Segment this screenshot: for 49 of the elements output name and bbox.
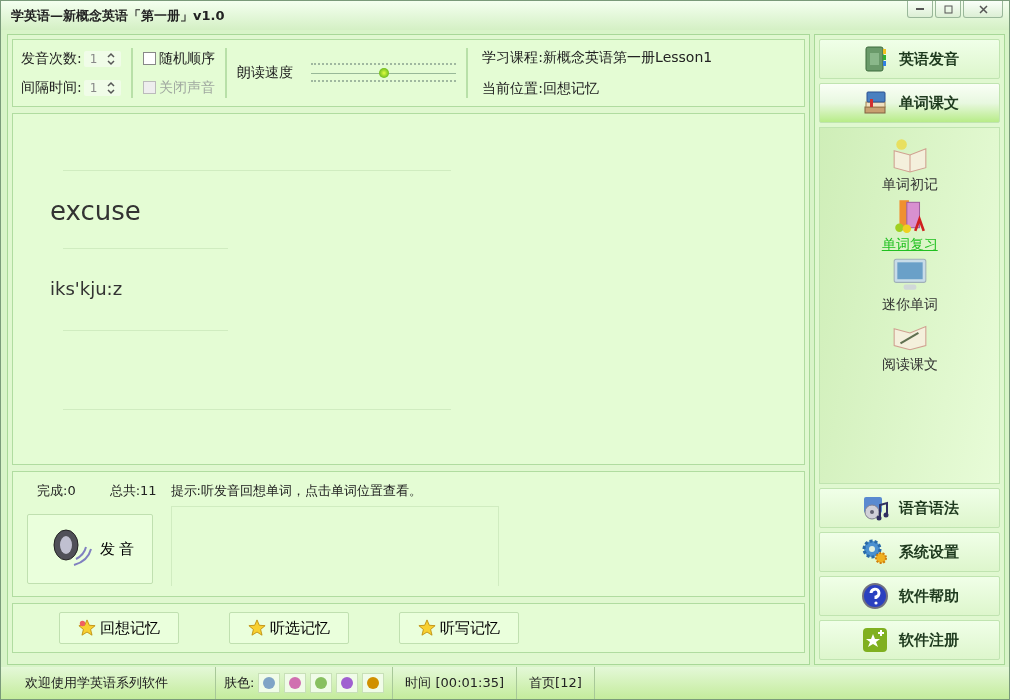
- star-icon: [248, 619, 266, 637]
- skin-swatch[interactable]: [258, 673, 281, 693]
- close-button[interactable]: [963, 1, 1003, 18]
- mode-button[interactable]: 听选记忆: [229, 612, 349, 644]
- skin-swatch[interactable]: [310, 673, 333, 693]
- time-text: 时间 [00:01:35]: [393, 667, 518, 699]
- sidebar-tab[interactable]: 软件帮助: [819, 576, 1000, 616]
- skin-swatch[interactable]: [336, 673, 359, 693]
- phonetic-text: iks'kju:z: [50, 278, 123, 299]
- sidebar-tab[interactable]: 英语发音: [819, 39, 1000, 79]
- total-count: 总共:11: [109, 482, 157, 500]
- speed-label: 朗读速度: [237, 64, 294, 82]
- skin-label: 肤色:: [224, 674, 255, 692]
- word-text[interactable]: excuse: [50, 196, 141, 226]
- sub-menu-item[interactable]: 迷你单词: [881, 256, 938, 314]
- sub-menu-item[interactable]: 阅读课文: [881, 316, 938, 374]
- maximize-icon: [943, 4, 953, 14]
- interval-label: 间隔时间:: [21, 78, 82, 97]
- help-icon: [860, 582, 889, 610]
- skin-swatch[interactable]: [284, 673, 307, 693]
- gears-icon: [860, 538, 889, 566]
- close-icon: [978, 4, 988, 14]
- window-title: 学英语—新概念英语「第一册」v1.0: [11, 6, 225, 25]
- sidebar-tab[interactable]: 单词课文: [819, 83, 1000, 123]
- skin-swatch[interactable]: [362, 673, 385, 693]
- repeat-spinner[interactable]: 1: [83, 50, 122, 67]
- sub-menu-item[interactable]: 单词初记: [881, 136, 938, 194]
- done-count: 完成:0: [37, 482, 76, 500]
- minimize-icon: [916, 8, 924, 10]
- sidebar-tab[interactable]: 软件注册: [819, 620, 1000, 660]
- star-icon: [78, 619, 96, 637]
- sidebar-tab[interactable]: 语音语法: [819, 488, 1000, 528]
- hint-text: 提示:听发音回想单词，点击单词位置查看。: [170, 482, 423, 500]
- minimize-button[interactable]: [907, 1, 933, 18]
- mode-button[interactable]: 回想记忆: [59, 612, 179, 644]
- position-text: 当前位置:回想记忆: [482, 79, 601, 98]
- welcome-text: 欢迎使用学英语系列软件: [1, 667, 216, 699]
- speak-button[interactable]: 发 音: [27, 514, 153, 584]
- interval-spinner[interactable]: 1: [83, 79, 122, 96]
- star-icon: [418, 619, 436, 637]
- spin-arrows-icon: [107, 80, 116, 95]
- speed-slider[interactable]: [311, 62, 457, 84]
- page-text: 首页[12]: [517, 667, 595, 699]
- option-checkbox[interactable]: 随机顺序: [143, 49, 216, 68]
- sidebar-tab[interactable]: 系统设置: [819, 532, 1000, 572]
- course-text: 学习课程:新概念英语第一册Lesson1: [482, 48, 713, 67]
- mode-button[interactable]: 听写记忆: [399, 612, 519, 644]
- repeat-label: 发音次数:: [21, 49, 82, 68]
- spin-arrows-icon: [107, 51, 116, 66]
